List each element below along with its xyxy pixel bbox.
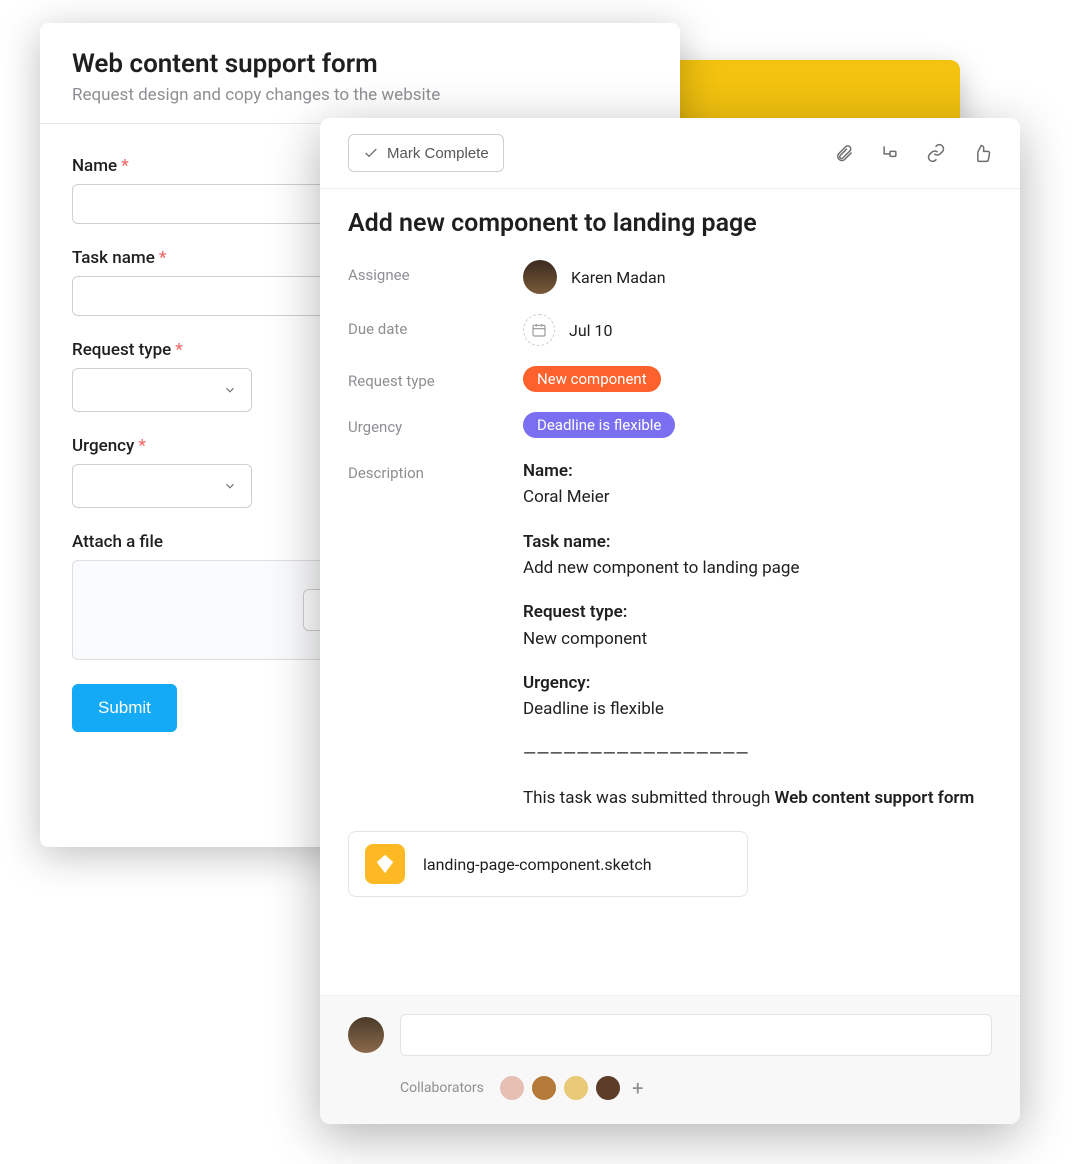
description-content: Name: Coral Meier Task name: Add new com… [523, 458, 974, 811]
collaborator-avatar[interactable] [530, 1074, 558, 1102]
mark-complete-label: Mark Complete [387, 145, 489, 162]
desc-footer-form: Web content support form [774, 788, 974, 808]
collaborator-avatar[interactable] [562, 1074, 590, 1102]
form-title: Web content support form [72, 49, 648, 79]
attachment-filename: landing-page-component.sketch [423, 855, 652, 874]
calendar-icon [523, 314, 555, 346]
due-date-value[interactable]: Jul 10 [523, 314, 992, 346]
current-user-avatar [348, 1017, 384, 1053]
form-header: Web content support form Request design … [40, 23, 680, 124]
task-title: Add new component to landing page [348, 209, 992, 238]
assignee-avatar [523, 260, 557, 294]
desc-req-value: New component [523, 629, 647, 649]
add-collaborator-button[interactable]: + [626, 1076, 650, 1100]
task-header: Mark Complete [320, 118, 1020, 189]
task-detail-card: Mark Complete Add new component to landi… [320, 118, 1020, 1124]
due-date-label: Due date [348, 314, 523, 338]
required-indicator: * [175, 340, 183, 360]
comment-input[interactable] [400, 1014, 992, 1056]
desc-footer-text: This task was submitted through [523, 788, 774, 808]
assignee-name: Karen Madan [571, 268, 666, 287]
collaborators-label: Collaborators [400, 1080, 484, 1096]
urgency-pill[interactable]: Deadline is flexible [523, 412, 675, 438]
desc-urg-heading: Urgency: [523, 673, 590, 693]
collaborator-avatar[interactable] [498, 1074, 526, 1102]
desc-task-value: Add new component to landing page [523, 558, 800, 578]
request-type-label: Request type [348, 366, 523, 390]
check-icon [363, 145, 379, 161]
assignee-value[interactable]: Karen Madan [523, 260, 992, 294]
request-type-pill[interactable]: New component [523, 366, 661, 392]
due-date-text: Jul 10 [569, 321, 613, 340]
task-body: Add new component to landing page Assign… [320, 189, 1020, 995]
collaborator-avatars: + [498, 1074, 650, 1102]
desc-divider: ————————————————— [523, 741, 974, 767]
desc-req-heading: Request type: [523, 602, 627, 622]
urgency-meta-label: Urgency [348, 412, 523, 436]
assignee-label: Assignee [348, 260, 523, 284]
chevron-down-icon [223, 479, 237, 493]
submit-button[interactable]: Submit [72, 684, 177, 732]
required-indicator: * [121, 156, 129, 176]
subtask-icon[interactable] [880, 143, 900, 163]
urgency-select[interactable] [72, 464, 252, 508]
attachment-card[interactable]: landing-page-component.sketch [348, 831, 748, 897]
desc-task-heading: Task name: [523, 532, 611, 552]
toolbar-icons [834, 143, 992, 163]
attachment-icon[interactable] [834, 143, 854, 163]
like-icon[interactable] [972, 143, 992, 163]
link-icon[interactable] [926, 143, 946, 163]
desc-urg-value: Deadline is flexible [523, 699, 664, 719]
sketch-file-icon [365, 844, 405, 884]
required-indicator: * [138, 436, 146, 456]
chevron-down-icon [223, 383, 237, 397]
desc-name-heading: Name: [523, 461, 573, 481]
mark-complete-button[interactable]: Mark Complete [348, 134, 504, 172]
task-footer: Collaborators + [320, 995, 1020, 1124]
collaborator-avatar[interactable] [594, 1074, 622, 1102]
required-indicator: * [159, 248, 167, 268]
form-subtitle: Request design and copy changes to the w… [72, 85, 648, 105]
desc-name-value: Coral Meier [523, 487, 610, 507]
description-label: Description [348, 458, 523, 482]
request-type-select[interactable] [72, 368, 252, 412]
